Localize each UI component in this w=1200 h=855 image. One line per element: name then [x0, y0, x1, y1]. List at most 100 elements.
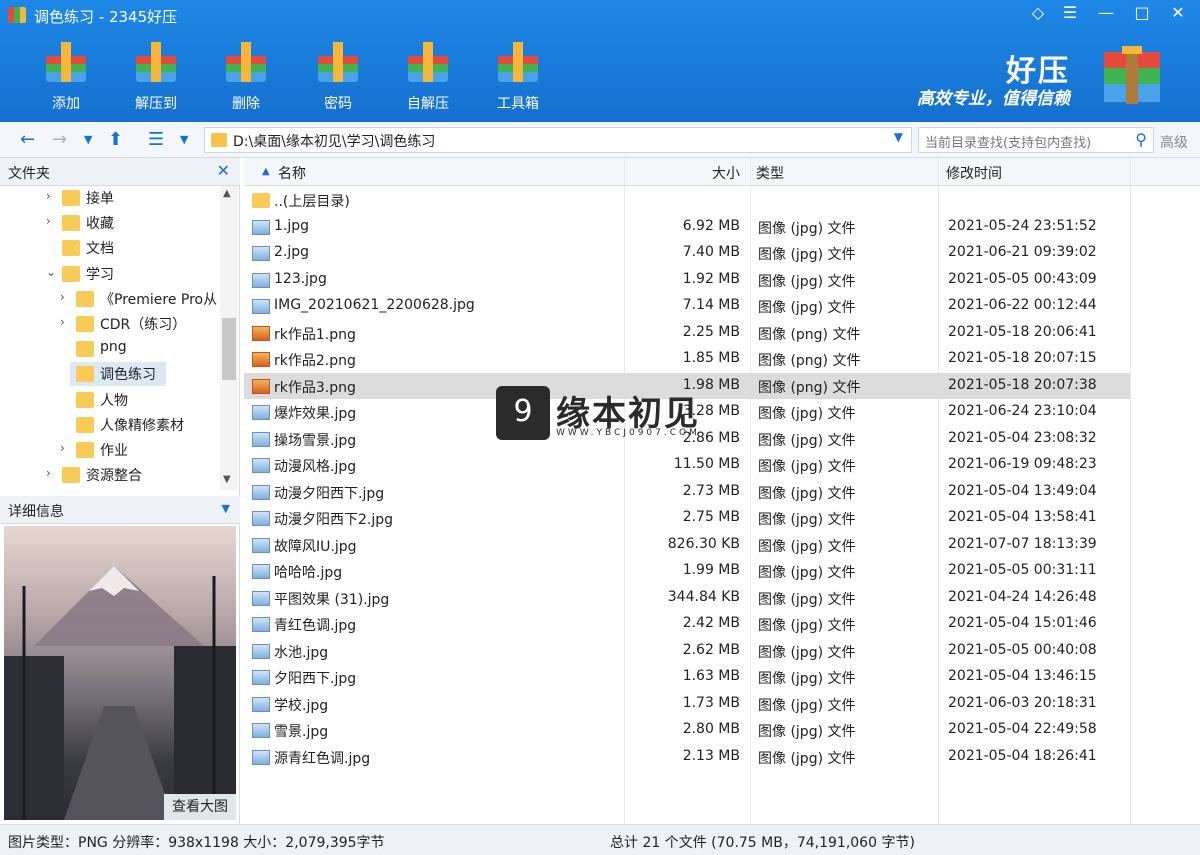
file-row[interactable]: IMG_20210621_2200628.jpg 7.14 MB 图像 (jpg) …	[244, 293, 1130, 319]
tree-expand-icon[interactable]: ›	[46, 214, 58, 228]
file-modified: 2021-04-24 14:26:48	[948, 588, 1097, 605]
file-size: 1.73 MB	[682, 694, 740, 711]
toolbar-button-4[interactable]: 自解压	[396, 36, 460, 116]
tree-item[interactable]: 人物	[0, 388, 220, 412]
up-folder-icon[interactable]: ⬆	[108, 128, 123, 152]
tree-expand-icon[interactable]: ›	[60, 290, 72, 304]
tree-item[interactable]: › CDR（练习）	[0, 312, 220, 336]
tree-item[interactable]: › 作业	[0, 438, 220, 462]
search-input[interactable]: 当前目录查找(支持包内查找) ⚲	[918, 127, 1154, 153]
tree-item[interactable]: png	[0, 337, 220, 361]
folder-icon	[76, 416, 94, 433]
file-row[interactable]: 水池.jpg 2.62 MB 图像 (jpg) 文件 2021-05-05 00:40…	[244, 638, 1130, 664]
minimize-button[interactable]: —	[1090, 0, 1122, 28]
file-row[interactable]: 动漫夕阳西下.jpg 2.73 MB 图像 (jpg) 文件 2021-05-04 1…	[244, 479, 1130, 505]
toolbar-button-2[interactable]: 删除	[214, 36, 278, 116]
toolbar-button-3[interactable]: 密码	[306, 36, 370, 116]
close-button[interactable]: ✕	[1162, 0, 1194, 28]
advanced-search-button[interactable]: 高级	[1160, 132, 1188, 152]
maximize-button[interactable]: □	[1126, 0, 1158, 28]
file-name: 操场雪景.jpg	[274, 432, 357, 449]
file-size: 7.14 MB	[682, 297, 740, 313]
tree-item[interactable]: 调色练习	[70, 362, 166, 387]
view-list-icon[interactable]: ☰	[148, 128, 164, 152]
file-row[interactable]: rk作品2.png 1.85 MB 图像 (png) 文件 2021-05-18 20…	[244, 346, 1130, 372]
column-name[interactable]: 名称	[278, 163, 306, 183]
jpg-file-icon	[252, 564, 270, 579]
tree-expand-icon[interactable]: ›	[60, 441, 72, 455]
file-row[interactable]: 夕阳西下.jpg 1.63 MB 图像 (jpg) 文件 2021-05-04 13:…	[244, 664, 1130, 690]
file-type: 图像 (jpg) 文件	[758, 618, 856, 634]
history-dropdown-icon[interactable]: ▼	[84, 128, 92, 152]
jpg-file-icon	[252, 484, 270, 500]
folders-header: 文件夹 ✕	[0, 158, 240, 186]
view-dropdown-icon[interactable]: ▼	[180, 128, 188, 152]
toolbar-button-0[interactable]: 添加	[34, 36, 98, 116]
file-modified: 2021-06-22 00:12:44	[948, 297, 1097, 313]
file-type: 图像 (jpg) 文件	[758, 724, 856, 740]
tree-item[interactable]: 文档	[0, 236, 220, 260]
tree-expand-icon[interactable]: ⌄	[46, 265, 58, 279]
file-type: 图像 (jpg) 文件	[758, 565, 856, 581]
file-row[interactable]: 学校.jpg 1.73 MB 图像 (jpg) 文件 2021-06-03 20:18…	[244, 691, 1130, 717]
extract-icon	[136, 42, 176, 82]
title-bar: 调色练习 - 2345好压 ◇ ☰ — □ ✕	[0, 0, 1200, 30]
tree-item[interactable]: ⌄ 学习	[0, 262, 220, 286]
file-row[interactable]: 2.jpg 7.40 MB 图像 (jpg) 文件 2021-06-21 09:39:…	[244, 240, 1130, 266]
column-type[interactable]: 类型	[756, 163, 784, 183]
toolbar-label: 密码	[324, 96, 352, 112]
column-modified[interactable]: 修改时间	[946, 163, 1002, 183]
column-size[interactable]: 大小	[712, 163, 740, 183]
tree-item[interactable]: › 收藏	[0, 211, 220, 235]
close-pane-icon[interactable]: ✕	[217, 161, 230, 180]
file-name: 动漫风格.jpg	[274, 459, 357, 475]
tree-item[interactable]: 人像精修素材	[0, 413, 220, 437]
forward-arrow-icon[interactable]: →	[52, 128, 67, 152]
file-modified: 2021-06-03 20:18:31	[948, 694, 1097, 711]
folder-icon	[76, 316, 94, 332]
file-modified: 2021-05-04 13:49:04	[948, 482, 1097, 499]
file-row[interactable]: 平图效果 (31).jpg 344.84 KB 图像 (jpg) 文件 2021-04…	[244, 585, 1130, 611]
tree-item-label: 《Premiere Pro从	[100, 291, 218, 308]
file-row[interactable]: 动漫夕阳西下2.jpg 2.75 MB 图像 (jpg) 文件 2021-05-04 …	[244, 505, 1130, 531]
tree-item[interactable]: › 接单	[0, 186, 220, 210]
file-type: 图像 (png) 文件	[758, 353, 861, 369]
tree-expand-icon[interactable]: ›	[46, 189, 58, 203]
folder-icon	[62, 265, 80, 282]
file-row[interactable]: 哈哈哈.jpg 1.99 MB 图像 (jpg) 文件 2021-05-05 00:3…	[244, 558, 1130, 584]
back-arrow-icon[interactable]: ←	[20, 128, 35, 152]
tree-item[interactable]: › 《Premiere Pro从	[0, 287, 220, 311]
file-modified: 2021-07-07 18:13:39	[948, 535, 1097, 552]
details-collapse-icon[interactable]: ▼	[222, 502, 230, 515]
address-bar[interactable]: D:\桌面\缘本初见\学习\调色练习 ▼	[204, 127, 912, 153]
file-row[interactable]: 青红色调.jpg 2.42 MB 图像 (jpg) 文件 2021-05-04 15:…	[244, 611, 1130, 637]
file-type: 图像 (jpg) 文件	[758, 512, 856, 528]
brand-logo-icon	[1104, 46, 1160, 104]
file-row[interactable]: 故障风IU.jpg 826.30 KB 图像 (jpg) 文件 2021-07-07 …	[244, 532, 1130, 558]
file-name: 2.jpg	[274, 244, 310, 260]
scroll-thumb[interactable]	[222, 318, 236, 380]
file-modified: 2021-05-24 23:51:52	[948, 217, 1097, 234]
tree-item-label: 作业	[100, 443, 128, 459]
tree-expand-icon[interactable]: ›	[46, 466, 58, 480]
file-row[interactable]: ..(上层目录)	[244, 187, 1130, 213]
toolbar-button-5[interactable]: 工具箱	[486, 36, 550, 116]
file-row[interactable]: 1.jpg 6.92 MB 图像 (jpg) 文件 2021-05-24 23:51:…	[244, 214, 1130, 240]
view-large-image-button[interactable]: 查看大图	[164, 794, 236, 820]
file-row[interactable]: 雪景.jpg 2.80 MB 图像 (jpg) 文件 2021-05-04 22:49…	[244, 717, 1130, 743]
file-row[interactable]: 动漫风格.jpg 11.50 MB 图像 (jpg) 文件 2021-06-19 09…	[244, 452, 1130, 478]
menu-icon[interactable]: ☰	[1054, 0, 1086, 28]
tree-item[interactable]: › 资源整合	[0, 463, 220, 487]
file-name: rk作品2.png	[274, 353, 356, 369]
feedback-icon[interactable]: ◇	[1022, 0, 1054, 28]
file-row[interactable]: 源青红色调.jpg 2.13 MB 图像 (jpg) 文件 2021-05-04 18…	[244, 744, 1130, 770]
file-row[interactable]: rk作品1.png 2.25 MB 图像 (png) 文件 2021-05-18 20…	[244, 320, 1130, 346]
address-dropdown-icon[interactable]: ▼	[894, 130, 903, 144]
tree-scrollbar[interactable]: ▲ ▼	[220, 186, 238, 490]
toolbar-button-1[interactable]: 解压到	[124, 36, 188, 116]
scroll-down-icon[interactable]: ▼	[223, 474, 231, 485]
scroll-up-icon[interactable]: ▲	[223, 188, 231, 199]
tree-expand-icon[interactable]: ›	[60, 315, 72, 329]
search-icon[interactable]: ⚲	[1135, 130, 1147, 149]
file-row[interactable]: 123.jpg 1.92 MB 图像 (jpg) 文件 2021-05-05 00:4…	[244, 267, 1130, 293]
